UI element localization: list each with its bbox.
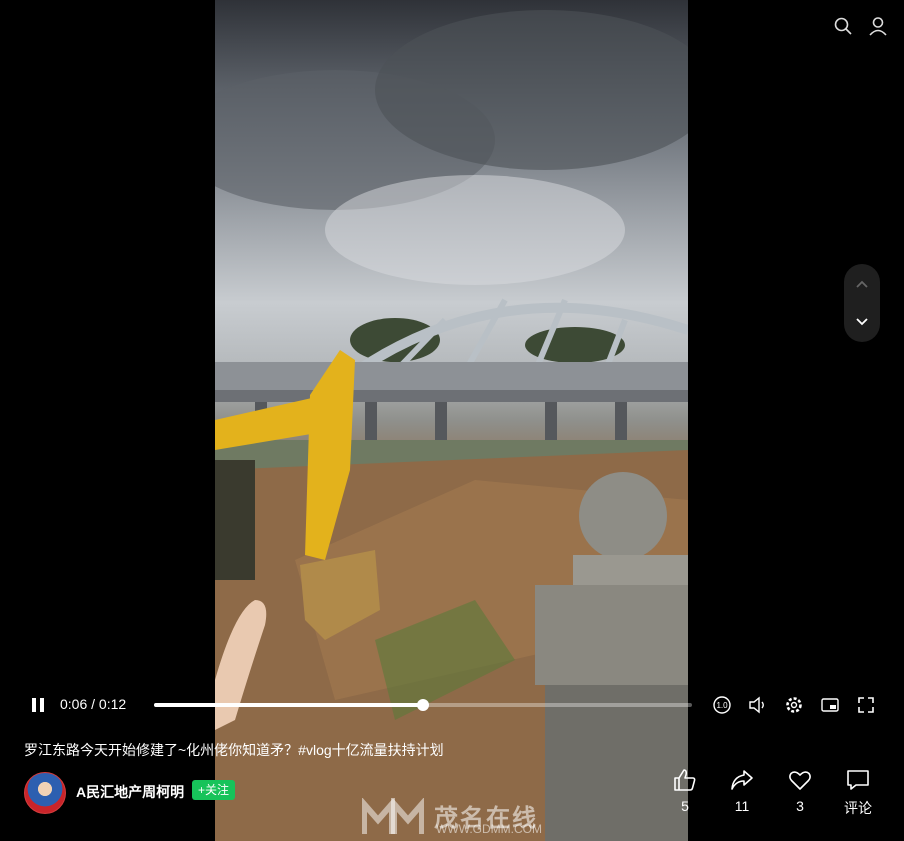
search-icon[interactable] [832,15,854,37]
current-time: 0:06 [60,696,88,712]
like-count: 5 [681,798,689,814]
watermark-logo-icon [362,798,424,834]
duration: 0:12 [98,696,127,712]
favorite-count: 3 [796,798,804,814]
pause-icon[interactable] [27,694,49,716]
progress-thumb[interactable] [417,699,429,711]
fullscreen-icon[interactable] [855,694,877,716]
pip-icon[interactable] [819,694,841,716]
avatar[interactable] [24,772,66,814]
thumbs-up-icon [665,766,705,794]
chevron-down-icon[interactable] [844,304,880,340]
time-separator: / [87,696,99,712]
follow-button[interactable]: +关注 [192,780,236,800]
user-icon[interactable] [867,15,889,37]
like-button[interactable]: 5 [665,766,705,814]
heart-icon [780,766,820,794]
progress-fill [154,703,423,707]
video-caption: 罗江东路今天开始修建了~化州佬你知道矛？#vlog十亿流量扶持计划 [24,742,444,758]
comment-icon [838,766,878,794]
share-icon [722,766,762,794]
comment-button[interactable]: 评论 [838,766,878,818]
speed-label: 1.0 [716,701,728,710]
share-button[interactable]: 11 [722,766,762,814]
watermark-url: WWW.GDMM.COM [436,822,542,836]
time-display: 0:06 / 0:12 [60,696,126,712]
chevron-up-icon[interactable] [844,266,880,302]
progress-bar[interactable] [154,699,692,711]
speed-icon[interactable]: 1.0 [711,694,733,716]
player-controls: 0:06 / 0:12 1.0 [0,690,904,720]
volume-icon[interactable] [747,694,769,716]
settings-icon[interactable] [783,694,805,716]
favorite-button[interactable]: 3 [780,766,820,814]
comment-label: 评论 [844,800,872,816]
share-count: 11 [734,798,750,814]
author-name[interactable]: A民汇地产周柯明 [76,782,184,802]
video-nav [844,264,880,342]
